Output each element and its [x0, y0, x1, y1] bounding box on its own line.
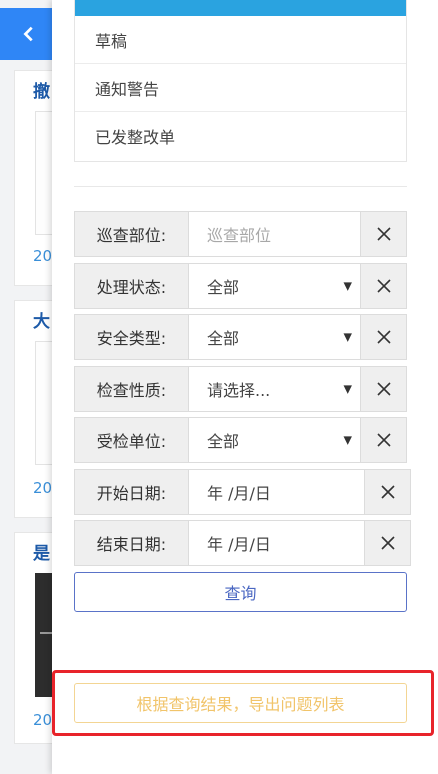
status-list-top-bar — [75, 0, 406, 16]
caret-down-icon: ▼ — [343, 330, 352, 344]
chevron-left-icon — [23, 26, 33, 42]
filter-label: 安全类型: — [75, 315, 189, 359]
filter-drawer: 草稿 通知警告 已发整改单 巡查部位: 巡查部位 处理状态: 全部 ▼ 安全类型… — [52, 0, 438, 774]
filter-label: 处理状态: — [75, 264, 189, 308]
card-year: 20 — [33, 711, 53, 729]
close-icon — [376, 382, 391, 396]
close-icon — [376, 227, 391, 241]
clear-button[interactable] — [360, 315, 406, 359]
status-option-draft[interactable]: 草稿 — [75, 16, 406, 64]
filter-end-date: 结束日期: 年 /月/日 — [74, 520, 411, 566]
close-icon — [376, 279, 391, 293]
close-icon — [376, 433, 391, 447]
filter-label: 检查性质: — [75, 367, 189, 411]
inspected-unit-select[interactable]: 全部 ▼ — [189, 418, 360, 462]
filter-safety-type: 安全类型: 全部 ▼ — [74, 314, 407, 360]
close-icon — [380, 485, 395, 499]
caret-down-icon: ▼ — [343, 433, 352, 447]
filter-handle-status: 处理状态: 全部 ▼ — [74, 263, 407, 309]
divider — [74, 186, 407, 187]
filter-patrol-dept: 巡查部位: 巡查部位 — [74, 211, 407, 257]
filter-label: 巡查部位: — [75, 212, 189, 256]
patrol-dept-input[interactable]: 巡查部位 — [189, 212, 360, 256]
query-button[interactable]: 查询 — [74, 572, 407, 612]
filter-inspected-unit: 受检单位: 全部 ▼ — [74, 417, 407, 463]
close-icon — [376, 330, 391, 344]
handle-status-select[interactable]: 全部 ▼ — [189, 264, 360, 308]
select-value: 全部 — [207, 278, 240, 297]
caret-down-icon: ▼ — [343, 279, 352, 293]
card-year: 20 — [33, 479, 53, 497]
select-value: 请选择... — [207, 381, 271, 400]
filter-label: 受检单位: — [75, 418, 189, 462]
clear-button[interactable] — [364, 521, 410, 565]
filter-label: 开始日期: — [75, 470, 189, 514]
close-icon — [380, 536, 395, 550]
clear-button[interactable] — [364, 470, 410, 514]
inspection-nature-select[interactable]: 请选择... ▼ — [189, 367, 360, 411]
filter-label: 结束日期: — [75, 521, 189, 565]
card-year: 20 — [33, 247, 53, 265]
filter-inspection-nature: 检查性质: 请选择... ▼ — [74, 366, 407, 412]
start-date-input[interactable]: 年 /月/日 — [189, 470, 364, 514]
clear-button[interactable] — [360, 212, 406, 256]
status-option-rectification[interactable]: 已发整改单 — [75, 112, 406, 160]
status-option-warning[interactable]: 通知警告 — [75, 64, 406, 112]
select-value: 全部 — [207, 432, 240, 451]
filter-start-date: 开始日期: 年 /月/日 — [74, 469, 411, 515]
status-list: 草稿 通知警告 已发整改单 — [74, 0, 407, 162]
back-button[interactable] — [0, 8, 58, 60]
safety-type-select[interactable]: 全部 ▼ — [189, 315, 360, 359]
export-issues-button[interactable]: 根据查询结果，导出问题列表 — [74, 683, 407, 723]
clear-button[interactable] — [360, 367, 406, 411]
caret-down-icon: ▼ — [343, 382, 352, 396]
clear-button[interactable] — [360, 264, 406, 308]
clear-button[interactable] — [360, 418, 406, 462]
select-value: 全部 — [207, 329, 240, 348]
end-date-input[interactable]: 年 /月/日 — [189, 521, 364, 565]
